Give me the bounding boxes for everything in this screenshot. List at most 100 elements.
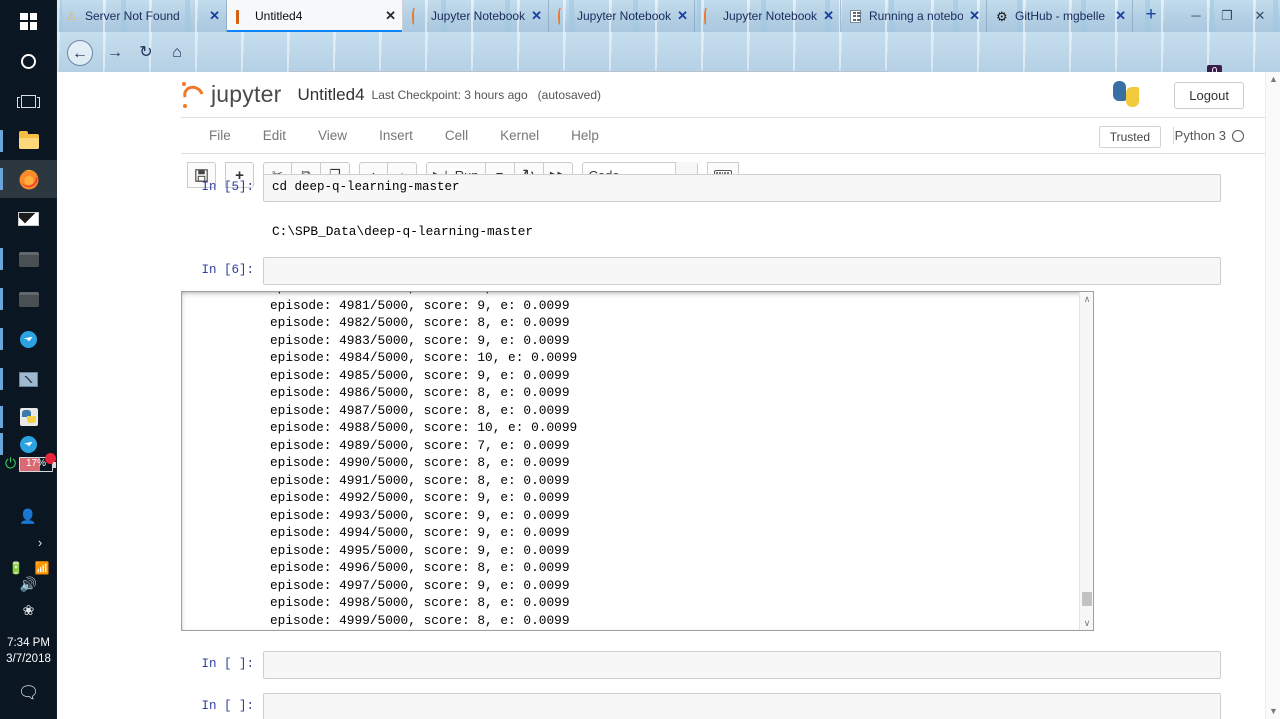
logout-button[interactable]: Logout (1174, 82, 1244, 109)
menu-insert[interactable]: Insert (363, 128, 429, 143)
cortana-search-button[interactable] (0, 42, 57, 80)
input-prompt: In [ ]: (201, 657, 254, 671)
tab-jupyter-notebook-1[interactable]: Jupyter Notebook ✕ (403, 0, 549, 32)
python-logo-icon (1112, 80, 1140, 108)
new-tab-button[interactable]: + (1140, 5, 1162, 27)
page-scrollbar[interactable]: ▲ ▼ (1265, 72, 1280, 719)
tab-close-icon[interactable]: ✕ (969, 8, 980, 24)
jupyter-logo-text[interactable]: jupyter (211, 81, 281, 108)
back-button[interactable]: ← (67, 40, 93, 66)
jupyter-icon (558, 7, 571, 26)
battery-tray-button[interactable]: ⏻ 17% (4, 452, 56, 478)
menu-cell[interactable]: Cell (429, 128, 484, 143)
circle-icon (21, 53, 36, 69)
reload-button[interactable]: ↻ (133, 40, 159, 66)
input-prompt: In [6]: (201, 263, 254, 277)
navigation-toolbar: ← → ↻ ⌂ i localhost:8888/notebooks/Untit… (57, 32, 1280, 98)
forward-button[interactable]: → (102, 40, 128, 66)
scroll-down-arrow-icon[interactable]: ∨ (1080, 616, 1093, 630)
output-lines: episode: 4980/5000, score: 9, e: 0.0099 … (270, 292, 578, 628)
jupyter-icon (412, 7, 425, 26)
kernel-idle-indicator-icon[interactable] (1232, 130, 1244, 142)
file-explorer-button[interactable] (0, 122, 57, 160)
code-cell-empty-2[interactable]: In [ ]: (181, 693, 1266, 719)
mail-icon (18, 212, 39, 226)
command-prompt-1-button[interactable] (0, 240, 57, 278)
scrolled-output-area[interactable]: episode: 4980/5000, score: 9, e: 0.0099 … (181, 291, 1094, 631)
code-input[interactable] (263, 257, 1221, 285)
scroll-up-arrow-icon[interactable]: ∧ (1080, 292, 1093, 306)
task-view-button[interactable] (0, 82, 57, 120)
menu-help[interactable]: Help (555, 128, 615, 143)
tab-close-icon[interactable]: ✕ (1115, 8, 1126, 24)
taskbar-clock[interactable]: 7:34 PM 3/7/2018 (0, 635, 57, 667)
running-notebook-icon (850, 9, 863, 23)
scroll-down-arrow-icon[interactable]: ▼ (1266, 704, 1280, 719)
battery-alert-dot (45, 453, 56, 464)
last-checkpoint-label: Last Checkpoint: 3 hours ago (371, 87, 528, 102)
volume-icon[interactable]: 🔊 (0, 574, 57, 594)
tab-label: Running a notebo (869, 9, 964, 23)
firefox-taskbar-button[interactable] (0, 160, 57, 198)
menu-file[interactable]: File (193, 128, 247, 143)
mail-button[interactable] (0, 200, 57, 238)
close-window-button[interactable]: ✕ (1247, 5, 1273, 27)
tab-label: GitHub - mgbelle (1015, 9, 1106, 23)
home-button[interactable]: ⌂ (164, 40, 190, 66)
windows-icon (20, 12, 37, 30)
power-plug-icon: ⏻ (5, 455, 17, 471)
chart-app-button[interactable] (0, 360, 57, 398)
jupyter-notebook-app: jupyter Untitled4 Last Checkpoint: 3 hou… (179, 72, 1266, 719)
tab-close-icon[interactable]: ✕ (677, 8, 688, 24)
code-cell-empty-1[interactable]: In [ ]: (181, 651, 1266, 679)
menu-view[interactable]: View (302, 128, 363, 143)
tab-label: Untitled4 (255, 9, 303, 23)
tab-server-not-found[interactable]: ⚠ Server Not Found ✕ (57, 0, 227, 32)
tab-close-icon[interactable]: ✕ (823, 8, 834, 24)
scroll-up-arrow-icon[interactable]: ▲ (1266, 72, 1280, 87)
start-button[interactable] (0, 2, 57, 40)
minimize-button[interactable]: ─ (1183, 5, 1209, 27)
output-scrollbar[interactable]: ∧ ∨ (1079, 292, 1093, 630)
telegram-icon (20, 435, 37, 453)
command-prompt-2-button[interactable] (0, 280, 57, 318)
jupyter-logo-icon[interactable] (179, 81, 208, 109)
notebook-name[interactable]: Untitled4 (297, 85, 364, 105)
battery-icon: 17% (19, 453, 56, 472)
code-cell-5[interactable]: In [5]: cd deep-q-learning-master (181, 174, 1266, 204)
telegram-icon (20, 330, 37, 348)
code-input[interactable] (263, 651, 1221, 679)
windows-taskbar: ⏻ 17% 👤 › 🔋 📶 🔊 ❀ 7:34 PM 3/7/2018 🗨 (0, 0, 57, 719)
tab-close-icon[interactable]: ✕ (209, 8, 220, 24)
tab-jupyter-notebook-3[interactable]: Jupyter Notebook ✕ (695, 0, 841, 32)
code-input[interactable] (263, 693, 1221, 719)
telegram-1-button[interactable] (0, 320, 57, 358)
show-hidden-icons-chevron-icon[interactable]: › (28, 532, 52, 552)
autosave-status: (autosaved) (537, 87, 602, 102)
code-cell-6[interactable]: In [6]: (181, 257, 1266, 285)
tab-jupyter-notebook-2[interactable]: Jupyter Notebook ✕ (549, 0, 695, 32)
tab-label: Server Not Found (85, 9, 180, 23)
kernel-name-label: Python 3 (1174, 128, 1226, 143)
scrollbar-thumb[interactable] (1082, 592, 1092, 606)
maximize-button[interactable]: ❐ (1214, 5, 1240, 27)
input-prompt: In [ ]: (201, 699, 254, 713)
python-icon (19, 408, 38, 426)
tab-untitled4[interactable]: Untitled4 ✕ (227, 0, 403, 32)
menu-edit[interactable]: Edit (247, 128, 302, 143)
tab-label: Jupyter Notebook (723, 9, 818, 23)
menu-bar: File Edit View Insert Cell Kernel Help T… (181, 118, 1266, 154)
tab-close-icon[interactable]: ✕ (531, 8, 542, 24)
code-input[interactable]: cd deep-q-learning-master (263, 174, 1221, 202)
tab-close-icon[interactable]: ✕ (385, 8, 396, 24)
tab-running-a-notebook[interactable]: Running a notebo ✕ (841, 0, 987, 32)
page-viewport: jupyter Untitled4 Last Checkpoint: 3 hou… (57, 72, 1280, 719)
action-center-icon[interactable]: 🗨 (0, 680, 57, 706)
menu-kernel[interactable]: Kernel (484, 128, 555, 143)
trusted-badge[interactable]: Trusted (1098, 126, 1161, 148)
tab-github[interactable]: ⚙ GitHub - mgbelle ✕ (987, 0, 1133, 32)
folder-icon (18, 130, 39, 149)
task-view-icon (17, 94, 40, 108)
people-icon[interactable]: 👤 (0, 506, 57, 526)
bluetooth-icon[interactable]: ❀ (0, 600, 57, 620)
